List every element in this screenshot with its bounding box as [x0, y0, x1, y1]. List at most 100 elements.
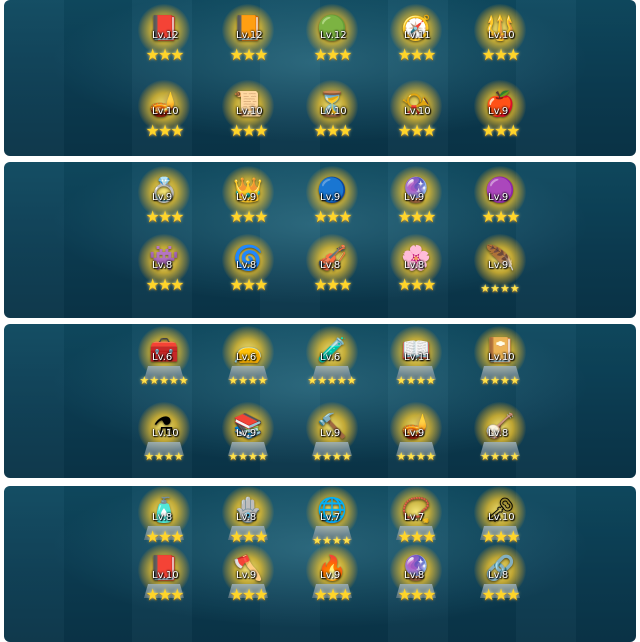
artifact-row: 💍 Lv.9 ★★★ 👑 Lv.9 ★★★ 🔵 Lv.9 ★★★ 🔮 Lv.9 ★★★ 🟣 Lv.9 ★★★ — [4, 166, 636, 236]
artifact-item[interactable]: 📖 Lv.11 ★★★★ — [380, 326, 452, 396]
artifact-item[interactable]: 🧭 Lv.11 ★★★ — [380, 4, 452, 74]
item-level: Lv.8 — [236, 512, 257, 523]
item-level: Lv.6 — [320, 352, 341, 363]
item-level: Lv.9 — [320, 570, 341, 581]
item-level: Lv.10 — [488, 512, 515, 523]
item-level: Lv.9 — [488, 106, 509, 117]
artifact-item[interactable]: 🟣 Lv.9 ★★★ — [464, 166, 536, 236]
artifact-item[interactable]: 🪔 Lv.9 ★★★★ — [380, 402, 452, 472]
item-star-rating: ★★★ — [397, 585, 436, 604]
artifact-item[interactable]: 👝 Lv.6 ★★★★ — [212, 326, 284, 396]
artifact-item[interactable]: 🔗 Lv.8 ★★★ — [464, 544, 536, 614]
artifact-item[interactable]: 📕 Lv.12 ★★★ — [128, 4, 200, 74]
artifact-item[interactable]: 🔮 Lv.9 ★★★ — [380, 166, 452, 236]
item-level: Lv.11 — [404, 352, 431, 363]
item-star-rating: ★★★ — [481, 121, 520, 140]
artifact-item[interactable]: 🔱 Lv.10 ★★★ — [464, 4, 536, 74]
item-level: Lv.9 — [236, 570, 257, 581]
artifact-item[interactable]: ⏳ Lv.10 ★★★ — [296, 80, 368, 150]
artifact-item[interactable]: 🔵 Lv.9 ★★★ — [296, 166, 368, 236]
artifact-item[interactable]: 🪕 Lv.8 ★★★★ — [464, 402, 536, 472]
item-star-rating: ★★★ — [229, 585, 268, 604]
artifact-item[interactable]: 🔥 Lv.9 ★★★ — [296, 544, 368, 614]
item-level: Lv.9 — [236, 192, 257, 203]
item-star-rating: ★★★★ — [228, 450, 268, 463]
item-star-rating: ★★★ — [145, 585, 184, 604]
item-star-rating: ★★★ — [229, 45, 268, 64]
item-level: Lv.8 — [320, 260, 341, 271]
artifact-row: 👾 Lv.8 ★★★ 🌀 Lv.8 ★★★ 🎻 Lv.8 ★★★ 🌸 Lv.8 ★★★ 🪶 Lv.9 ★★★… — [4, 234, 636, 304]
artifact-item[interactable]: 📜 Lv.10 ★★★ — [212, 80, 284, 150]
item-star-rating: ★★★★★ — [307, 374, 357, 387]
item-star-rating: ★★★ — [229, 121, 268, 140]
item-star-rating: ★★★ — [229, 207, 268, 226]
item-level: Lv.7 — [320, 512, 341, 523]
artifact-item[interactable]: 🪓 Lv.9 ★★★ — [212, 544, 284, 614]
item-star-rating: ★★★ — [397, 207, 436, 226]
artifact-item[interactable]: 📕 Lv.10 ★★★ — [128, 544, 200, 614]
item-star-rating: ★★★★ — [480, 374, 520, 387]
artifact-row: 📕 Lv.12 ★★★ 📙 Lv.12 ★★★ 🟢 Lv.12 ★★★ 🧭 Lv.11 ★★★ 🔱 Lv.… — [4, 4, 636, 74]
item-star-rating: ★★★ — [397, 121, 436, 140]
item-level: Lv.10 — [488, 352, 515, 363]
artifact-row: 📕 Lv.10 ★★★ 🪓 Lv.9 ★★★ 🔥 Lv.9 ★★★ 🔮 Lv.8 ★★★ 🔗 Lv.8 ★★… — [4, 544, 636, 614]
item-star-rating: ★★★★ — [144, 450, 184, 463]
item-star-rating: ★★★ — [481, 45, 520, 64]
item-star-rating: ★★★ — [313, 275, 352, 294]
item-level: Lv.8 — [488, 428, 509, 439]
item-level: Lv.9 — [320, 428, 341, 439]
artifact-row: 🪔 Lv.10 ★★★ 📜 Lv.10 ★★★ ⏳ Lv.10 ★★★ 📯 Lv.10 ★★★ 🍎 Lv.… — [4, 80, 636, 150]
item-level: Lv.12 — [152, 30, 179, 41]
item-level: Lv.9 — [488, 192, 509, 203]
artifact-item[interactable]: 👑 Lv.9 ★★★ — [212, 166, 284, 236]
artifact-item[interactable]: 🪶 Lv.9 ★★★★ — [464, 234, 536, 304]
item-level: Lv.9 — [236, 428, 257, 439]
item-level: Lv.6 — [236, 352, 257, 363]
artifact-item[interactable]: 👾 Lv.8 ★★★ — [128, 234, 200, 304]
artifact-item[interactable]: 🌀 Lv.8 ★★★ — [212, 234, 284, 304]
item-star-rating: ★★★★ — [228, 374, 268, 387]
artifact-item[interactable]: 💍 Lv.9 ★★★ — [128, 166, 200, 236]
item-level: Lv.8 — [488, 570, 509, 581]
item-level: Lv.10 — [236, 106, 263, 117]
artifact-item[interactable]: 📯 Lv.10 ★★★ — [380, 80, 452, 150]
item-star-rating: ★★★ — [397, 45, 436, 64]
item-star-rating: ★★★ — [229, 275, 268, 294]
item-star-rating: ★★★ — [145, 45, 184, 64]
artifact-item[interactable]: 📔 Lv.10 ★★★★ — [464, 326, 536, 396]
artifact-panel-1: 📕 Lv.12 ★★★ 📙 Lv.12 ★★★ 🟢 Lv.12 ★★★ 🧭 Lv.11 ★★★ 🔱 Lv.… — [4, 0, 636, 156]
item-star-rating: ★★★ — [313, 585, 352, 604]
item-level: Lv.9 — [404, 428, 425, 439]
artifact-item[interactable]: 🧰 Lv.6 ★★★★★ — [128, 326, 200, 396]
item-star-rating: ★★★ — [481, 585, 520, 604]
artifact-item[interactable]: 🪔 Lv.10 ★★★ — [128, 80, 200, 150]
item-level: Lv.8 — [404, 570, 425, 581]
item-star-rating: ★★★ — [145, 275, 184, 294]
artifact-item[interactable]: 🌸 Lv.8 ★★★ — [380, 234, 452, 304]
artifact-item[interactable]: ⚗ Lv.10 ★★★★ — [128, 402, 200, 472]
item-level: Lv.9 — [488, 260, 509, 271]
item-level: Lv.7 — [404, 512, 425, 523]
item-star-rating: ★★★ — [145, 121, 184, 140]
artifact-item[interactable]: 🔨 Lv.9 ★★★★ — [296, 402, 368, 472]
item-level: Lv.10 — [404, 106, 431, 117]
item-level: Lv.10 — [320, 106, 347, 117]
artifact-item[interactable]: 📙 Lv.12 ★★★ — [212, 4, 284, 74]
item-level: Lv.10 — [152, 106, 179, 117]
item-star-rating: ★★★ — [145, 207, 184, 226]
artifact-item[interactable]: 📚 Lv.9 ★★★★ — [212, 402, 284, 472]
artifact-item[interactable]: 🧪 Lv.6 ★★★★★ — [296, 326, 368, 396]
artifact-item[interactable]: 🔮 Lv.8 ★★★ — [380, 544, 452, 614]
item-level: Lv.11 — [404, 30, 431, 41]
item-star-rating: ★★★★ — [480, 450, 520, 463]
artifact-row: 🧰 Lv.6 ★★★★★ 👝 Lv.6 ★★★★ 🧪 Lv.6 ★★★★★ 📖 Lv.11 ★★★★ 📔… — [4, 326, 636, 396]
item-level: Lv.9 — [320, 192, 341, 203]
item-level: Lv.8 — [152, 512, 173, 523]
artifact-row: ⚗ Lv.10 ★★★★ 📚 Lv.9 ★★★★ 🔨 Lv.9 ★★★★ 🪔 Lv.9 ★★★★ 🪕 Lv… — [4, 402, 636, 472]
item-level: Lv.12 — [320, 30, 347, 41]
artifact-item[interactable]: 🍎 Lv.9 ★★★ — [464, 80, 536, 150]
artifact-item[interactable]: 🟢 Lv.12 ★★★ — [296, 4, 368, 74]
artifact-item[interactable]: 🎻 Lv.8 ★★★ — [296, 234, 368, 304]
item-level: Lv.9 — [404, 192, 425, 203]
item-level: Lv.8 — [152, 260, 173, 271]
